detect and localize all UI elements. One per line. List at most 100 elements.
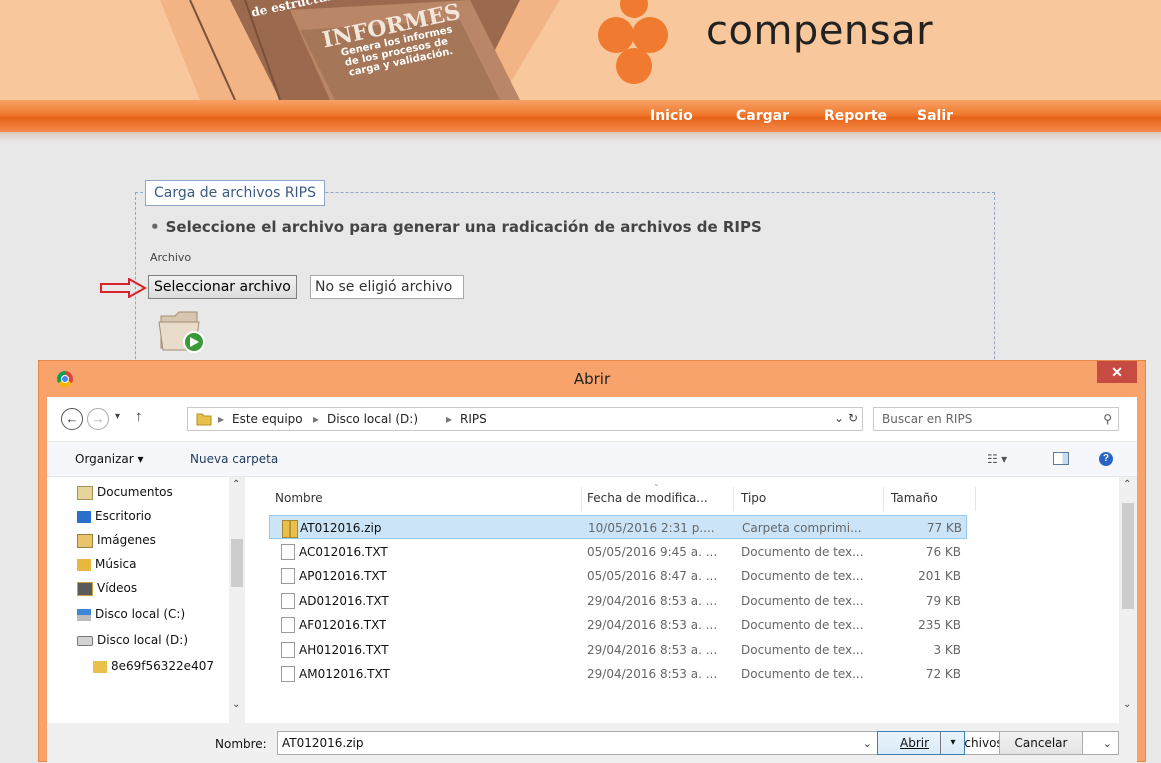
file-type: Documento de tex...	[741, 593, 864, 608]
file-date: 29/04/2016 8:53 a. ...	[587, 667, 718, 681]
header-banner-graphic	[160, 0, 560, 100]
open-split-dropdown-icon[interactable]: ▾	[940, 732, 965, 754]
nav-inicio[interactable]: Inicio	[650, 108, 693, 124]
breadcrumb-sep-icon: ▸	[313, 412, 320, 426]
col-sep	[733, 487, 734, 511]
file-row[interactable]: AP012016.TXT 05/05/2016 8:47 a. ... Docume…	[269, 564, 967, 588]
upload-folder-icon[interactable]	[157, 308, 207, 354]
column-date[interactable]: Fecha de modifica...	[587, 491, 708, 505]
file-type: Documento de tex...	[741, 569, 864, 583]
file-date: 29/04/2016 8:53 a. ...	[587, 642, 718, 657]
breadcrumb-rips[interactable]: RIPS	[460, 412, 487, 426]
file-name: AF012016.TXT	[299, 618, 387, 632]
music-icon	[77, 558, 91, 571]
file-name: AD012016.TXT	[299, 593, 389, 608]
search-input[interactable]: Buscar en RIPS ⚲	[873, 407, 1119, 431]
chevron-down-icon[interactable]: ⌄	[1103, 733, 1112, 755]
col-sep	[581, 487, 582, 511]
main-navbar: Inicio Cargar Reporte Salir	[0, 100, 1161, 142]
open-button[interactable]: Abrir ▾	[877, 731, 965, 755]
scroll-up-icon[interactable]: ⌃	[1123, 479, 1131, 490]
nav-imagenes[interactable]: Imágenes	[77, 533, 156, 555]
file-name: AT012016.zip	[300, 521, 382, 535]
new-folder-button[interactable]: Nueva carpeta	[190, 452, 278, 466]
nav-cargar[interactable]: Cargar	[736, 108, 789, 124]
file-row[interactable]: AH012016.TXT 29/04/2016 8:53 a. ... Docume…	[269, 638, 967, 662]
col-sep	[883, 487, 884, 511]
scroll-up-icon[interactable]: ⌃	[232, 479, 240, 490]
organize-button[interactable]: Organizar ▾	[75, 452, 144, 466]
nav-musica[interactable]: Música	[77, 557, 137, 579]
dialog-body: ← → ▾ ↑ ▸ Este equipo ▸ Disco local (D:)…	[47, 397, 1137, 763]
sort-indicator-icon: ⌄	[653, 479, 660, 488]
file-row[interactable]: AT012016.zip 10/05/2016 2:31 p.... Carpeta…	[269, 515, 967, 539]
upload-legend: Carga de archivos RIPS	[145, 180, 325, 206]
file-row[interactable]: AM012016.TXT 29/04/2016 8:53 a. ... Docume…	[269, 662, 967, 686]
address-bar[interactable]: ▸ Este equipo ▸ Disco local (D:) ▸ RIPS …	[187, 407, 863, 431]
drive-d-icon	[77, 635, 93, 646]
desktop-icon	[77, 510, 91, 523]
refresh-icon[interactable]: ↻	[848, 411, 858, 425]
view-options-icon[interactable]: ☷ ▾	[987, 452, 1007, 466]
help-icon[interactable]: ?	[1099, 452, 1113, 466]
scroll-down-icon[interactable]: ⌄	[1123, 699, 1131, 710]
cancel-button[interactable]: Cancelar	[999, 731, 1083, 755]
dialog-title: Abrir	[573, 370, 611, 388]
nav-folder-8e69[interactable]: 8e69f56322e407	[93, 659, 214, 681]
file-name: AC012016.TXT	[299, 544, 388, 559]
nav-scrollbar[interactable]: ⌃ ⌄	[229, 477, 245, 723]
file-type: Documento de tex...	[741, 667, 864, 681]
navigation-pane: Documentos Escritorio Imágenes Música Ví…	[47, 477, 247, 723]
list-scroll-thumb[interactable]	[1122, 503, 1134, 609]
chevron-down-icon[interactable]: ⌄	[834, 411, 844, 425]
file-size: 79 KB	[925, 593, 961, 608]
breadcrumb-disco-d[interactable]: Disco local (D:)	[327, 412, 418, 426]
nav-reporte[interactable]: Reporte	[824, 108, 887, 124]
nav-scroll-thumb[interactable]	[231, 539, 243, 587]
documents-icon	[77, 485, 93, 500]
choose-file-button[interactable]: Seleccionar archivo	[148, 275, 297, 299]
nav-salir[interactable]: Salir	[917, 108, 953, 124]
nav-disco-d[interactable]: Disco local (D:)	[77, 633, 188, 655]
pictures-icon	[77, 533, 93, 548]
text-file-icon	[281, 568, 295, 584]
archivo-label: Archivo	[150, 251, 192, 264]
search-icon[interactable]: ⚲	[1103, 408, 1112, 430]
breadcrumb-este-equipo[interactable]: Este equipo	[232, 412, 303, 426]
file-type: Carpeta comprimi...	[742, 521, 862, 535]
red-arrow-icon	[100, 278, 147, 298]
column-name[interactable]: Nombre	[275, 491, 323, 505]
site-header: de estructura y INFORMES Genera los info…	[0, 0, 1161, 100]
col-sep	[975, 487, 976, 511]
up-arrow-icon[interactable]: ↑	[135, 408, 143, 425]
file-row[interactable]: AD012016.TXT 29/04/2016 8:53 a. ... Docume…	[269, 589, 967, 613]
drive-c-icon	[77, 608, 91, 621]
scroll-down-icon[interactable]: ⌄	[232, 699, 240, 710]
file-date: 29/04/2016 8:53 a. ...	[587, 618, 718, 632]
file-date: 05/05/2016 8:47 a. ...	[587, 569, 718, 583]
close-icon[interactable]: ✕	[1097, 361, 1137, 383]
filename-label: Nombre:	[215, 737, 267, 751]
file-row[interactable]: AF012016.TXT 29/04/2016 8:53 a. ... Docume…	[269, 613, 967, 637]
nav-disco-c[interactable]: Disco local (C:)	[77, 607, 185, 629]
column-type[interactable]: Tipo	[741, 491, 766, 505]
file-type: Documento de tex...	[741, 544, 864, 559]
text-file-icon	[281, 666, 295, 682]
nav-videos[interactable]: Vídeos	[77, 581, 137, 603]
nav-documentos[interactable]: Documentos	[77, 485, 173, 507]
preview-pane-icon[interactable]	[1053, 452, 1069, 465]
nav-escritorio[interactable]: Escritorio	[77, 509, 151, 531]
filename-input[interactable]: AT012016.zip ⌄	[277, 731, 879, 755]
recent-dropdown-icon[interactable]: ▾	[115, 411, 120, 422]
column-size[interactable]: Tamaño	[891, 491, 938, 505]
file-row[interactable]: AC012016.TXT 05/05/2016 9:45 a. ... Docume…	[269, 540, 967, 564]
breadcrumb-sep-icon: ▸	[446, 412, 453, 426]
forward-button[interactable]: →	[87, 408, 109, 430]
file-size: 76 KB	[925, 544, 961, 559]
dialog-footer: Nombre: AT012016.zip ⌄ Todos los archivo…	[47, 723, 1137, 763]
chevron-down-icon[interactable]: ⌄	[863, 733, 872, 755]
file-date: 05/05/2016 9:45 a. ...	[587, 544, 718, 559]
back-button[interactable]: ←	[61, 408, 83, 430]
list-scrollbar[interactable]: ⌃ ⌄	[1119, 477, 1137, 723]
file-name: AM012016.TXT	[299, 667, 390, 681]
